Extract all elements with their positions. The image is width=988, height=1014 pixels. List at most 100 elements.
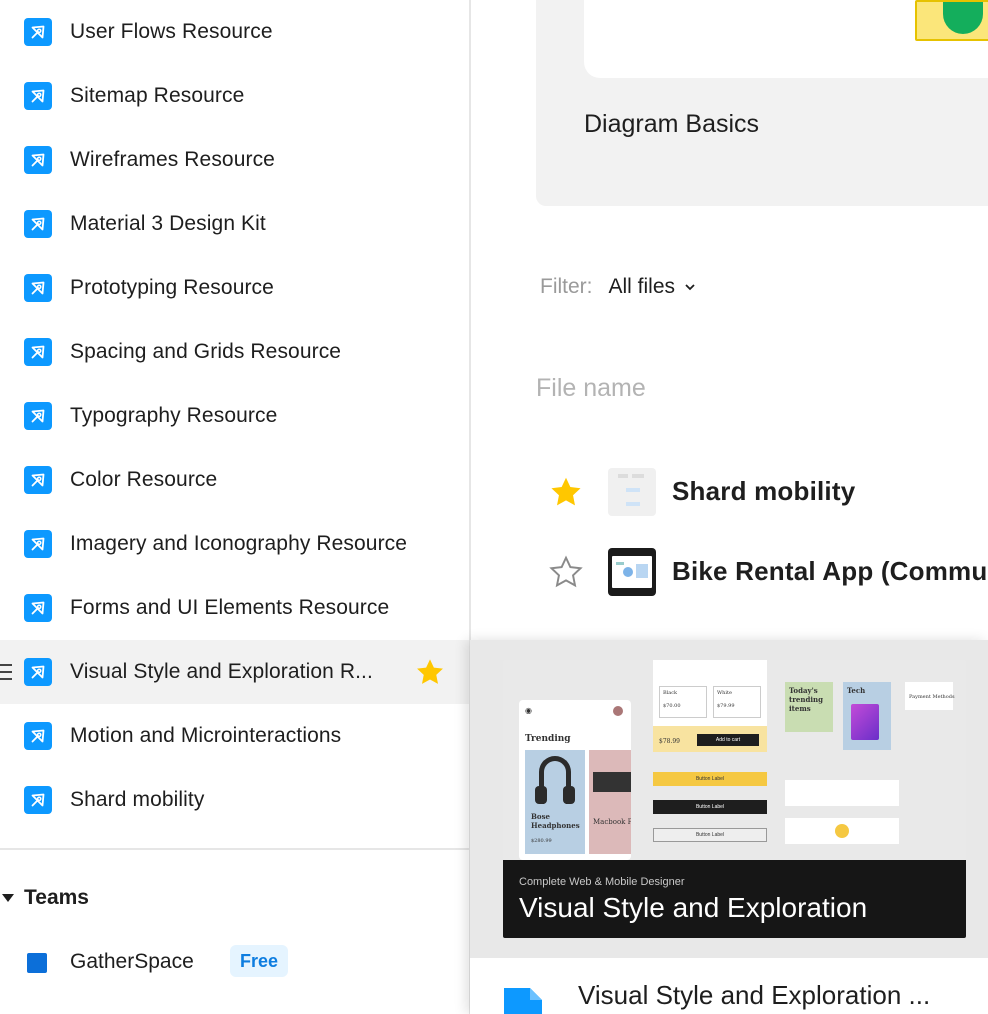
mock-button-yellow: Button Label bbox=[653, 772, 767, 786]
sidebar-item-label: Spacing and Grids Resource bbox=[70, 340, 342, 363]
file-hover-preview[interactable]: ◉ Trending Bose Headphones $280.99 Macbo… bbox=[470, 640, 988, 1014]
sidebar-item-label: Motion and Microinteractions bbox=[70, 724, 342, 747]
figma-file-icon bbox=[24, 594, 52, 622]
sidebar-item-label: Typography Resource bbox=[70, 404, 278, 427]
mock-trending-card: Today's trending items bbox=[785, 682, 833, 732]
mock-tab-bar-active bbox=[785, 818, 899, 844]
mock-product-card: Bose Headphones $280.99 bbox=[525, 750, 585, 854]
card-title: Diagram Basics bbox=[584, 110, 760, 138]
thumbnail-shape bbox=[915, 0, 988, 41]
sidebar-item[interactable]: Shard mobility bbox=[0, 768, 469, 832]
figma-file-icon bbox=[24, 82, 52, 110]
mock-option-label: White bbox=[717, 690, 732, 696]
sidebar: User Flows Resource Sitemap Resource Wiref… bbox=[0, 0, 471, 1014]
filter-dropdown[interactable]: All files bbox=[609, 275, 676, 299]
mock-avatar bbox=[613, 706, 623, 716]
figma-file-icon bbox=[24, 402, 52, 430]
mock-option: Black $70.00 bbox=[659, 686, 707, 718]
mock-earcup-left bbox=[535, 786, 547, 804]
file-title: Shard mobility bbox=[672, 476, 856, 506]
sidebar-item[interactable]: Motion and Microinteractions bbox=[0, 704, 469, 768]
preview-banner: Complete Web & Mobile Designer Visual St… bbox=[503, 860, 966, 938]
sidebar-item[interactable]: Color Resource bbox=[0, 448, 469, 512]
sidebar-item-label: Visual Style and Exploration R... bbox=[70, 660, 373, 683]
file-row[interactable]: Shard mobility bbox=[536, 460, 988, 524]
filter-control[interactable]: Filter: All files bbox=[540, 272, 697, 302]
tablet-icon bbox=[851, 704, 879, 740]
mock-cart-bar: $78.99 Add to cart bbox=[653, 726, 767, 752]
mock-bag-icon: ◉ bbox=[525, 706, 532, 715]
mock-payment-card: Payment Methods bbox=[905, 682, 955, 710]
file-title: Bike Rental App (Commun bbox=[672, 556, 988, 586]
sidebar-item[interactable]: Visual Style and Exploration R... bbox=[0, 640, 469, 704]
sidebar-item-label: Color Resource bbox=[70, 468, 218, 491]
mock-earcup-right bbox=[563, 786, 575, 804]
column-header-file-name[interactable]: File name bbox=[536, 374, 646, 403]
preview-thumbnail: ◉ Trending Bose Headphones $280.99 Macbo… bbox=[503, 660, 966, 938]
mock-option-price: $70.00 bbox=[663, 703, 681, 709]
sidebar-item[interactable]: Sitemap Resource bbox=[0, 64, 469, 128]
sidebar-item-label: Imagery and Iconography Resource bbox=[70, 532, 408, 555]
plan-badge: Free bbox=[230, 945, 289, 977]
thumbnail-cylinder bbox=[943, 2, 983, 34]
sidebar-item-label: Shard mobility bbox=[70, 788, 205, 811]
mock-payment-label: Payment Methods bbox=[909, 694, 955, 700]
mock-options-card: Black $70.00 White $79.99 $78.99 Add to … bbox=[653, 660, 767, 752]
chevron-down-icon bbox=[685, 284, 695, 291]
star-outline-icon[interactable] bbox=[548, 554, 584, 590]
sidebar-item-label: Prototyping Resource bbox=[70, 276, 274, 299]
sidebar-item-label: Sitemap Resource bbox=[70, 84, 245, 107]
sidebar-item[interactable]: Typography Resource bbox=[0, 384, 469, 448]
drag-handle-icon[interactable] bbox=[0, 664, 14, 680]
mock-option-price: $79.99 bbox=[717, 703, 735, 709]
mock-option: White $79.99 bbox=[713, 686, 761, 718]
star-filled-icon[interactable] bbox=[548, 474, 584, 510]
mock-trending-label: Trending bbox=[525, 734, 571, 744]
mock-tab-bar bbox=[785, 780, 899, 806]
caret-down-icon bbox=[2, 894, 14, 902]
figma-file-icon bbox=[504, 988, 542, 1014]
sidebar-item[interactable]: Imagery and Iconography Resource bbox=[0, 512, 469, 576]
figma-file-icon bbox=[24, 146, 52, 174]
preview-footer: Visual Style and Exploration ... bbox=[470, 958, 988, 1014]
card-thumbnail bbox=[584, 0, 988, 78]
sidebar-item-label: User Flows Resource bbox=[70, 20, 273, 43]
template-card-diagram-basics[interactable]: Diagram Basics bbox=[536, 0, 988, 206]
figma-file-icon bbox=[24, 530, 52, 558]
laptop-icon bbox=[593, 772, 631, 792]
preview-subtitle: Complete Web & Mobile Designer bbox=[519, 876, 685, 888]
sidebar-divider bbox=[0, 848, 469, 850]
sidebar-item-label: Forms and UI Elements Resource bbox=[70, 596, 390, 619]
figma-file-icon bbox=[24, 466, 52, 494]
teams-section-header[interactable]: Teams bbox=[0, 878, 89, 918]
mock-tech-label: Tech bbox=[847, 686, 866, 695]
mock-option-label: Black bbox=[663, 690, 678, 696]
sidebar-item-label: Wireframes Resource bbox=[70, 148, 275, 171]
mock-trending-text: Today's trending items bbox=[789, 686, 824, 713]
mock-search-icon bbox=[835, 824, 849, 838]
sidebar-item[interactable]: Wireframes Resource bbox=[0, 128, 469, 192]
sidebar-item[interactable]: Material 3 Design Kit bbox=[0, 192, 469, 256]
sidebar-item[interactable]: Prototyping Resource bbox=[0, 256, 469, 320]
filter-label: Filter: bbox=[540, 275, 593, 298]
figma-file-icon bbox=[24, 338, 52, 366]
team-item-gatherspace[interactable]: GatherSpace Free bbox=[0, 930, 469, 994]
file-thumbnail bbox=[608, 548, 656, 596]
sidebar-item[interactable]: User Flows Resource bbox=[0, 0, 469, 64]
mock-tech-card: Tech bbox=[843, 682, 891, 750]
sidebar-item[interactable]: Spacing and Grids Resource bbox=[0, 320, 469, 384]
preview-title: Visual Style and Exploration bbox=[519, 892, 868, 923]
thumbnail-app bbox=[612, 556, 652, 588]
mock-price: $78.99 bbox=[659, 738, 680, 745]
star-filled-icon[interactable] bbox=[414, 656, 446, 688]
figma-file-icon bbox=[24, 210, 52, 238]
figma-file-icon bbox=[24, 786, 52, 814]
file-thumbnail bbox=[608, 468, 656, 516]
file-row[interactable]: Bike Rental App (Commun bbox=[536, 540, 988, 604]
mock-phone-screen: ◉ Trending Bose Headphones $280.99 Macbo… bbox=[519, 700, 631, 860]
mock-button-dark: Button Label bbox=[653, 800, 767, 814]
team-color-swatch bbox=[27, 953, 47, 973]
mock-product-name: Macbook Pro bbox=[593, 818, 631, 826]
thumbnail-wireframe bbox=[618, 474, 644, 506]
sidebar-item[interactable]: Forms and UI Elements Resource bbox=[0, 576, 469, 640]
